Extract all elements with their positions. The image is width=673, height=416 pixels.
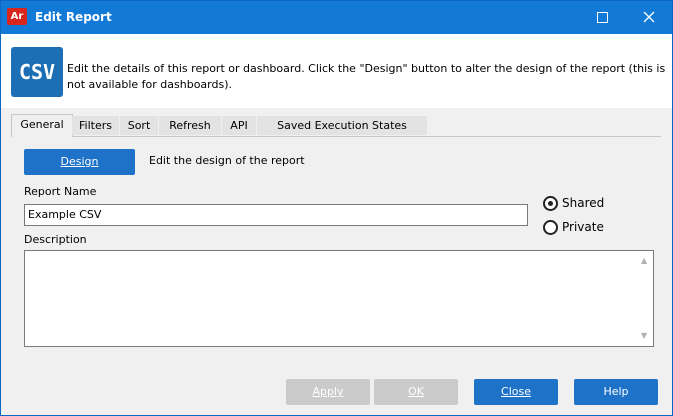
tab-general[interactable]: General [11,114,73,137]
help-button-label: Help [603,385,629,398]
design-description: Edit the design of the report [149,154,305,167]
title-bar[interactable]: Ar Edit Report [1,1,672,34]
description-scrollbar[interactable]: ▲ ▼ [636,251,653,346]
edit-report-dialog: Ar Edit Report CSV Edit the details of t… [0,0,673,416]
ok-button-label: OK [408,385,424,398]
scroll-up-arrow-icon[interactable]: ▲ [641,256,647,265]
scroll-down-arrow-icon[interactable]: ▼ [641,331,647,340]
private-radio-label: Private [562,220,604,234]
app-logo-icon: Ar [7,8,27,25]
window-title: Edit Report [35,10,112,24]
apply-button-label: Apply [312,385,344,398]
help-button[interactable]: Help [574,379,658,405]
tab-sort[interactable]: Sort [120,116,158,135]
maximize-icon [597,12,608,23]
dialog-header: CSV Edit the details of this report or d… [1,34,672,108]
tab-filters[interactable]: Filters [72,116,119,135]
report-name-label: Report Name [24,185,97,198]
close-button-label: Close [501,385,531,398]
radio-selected-dot [548,201,553,206]
close-icon [643,11,655,23]
design-button[interactable]: Design [24,149,135,175]
close-window-button[interactable] [626,1,672,34]
tab-refresh[interactable]: Refresh [159,116,221,135]
private-radio-circle [543,220,558,235]
maximize-button[interactable] [579,1,625,34]
tab-strip: General Filters Sort Refresh API Saved E… [11,114,661,137]
header-description: Edit the details of this report or dashb… [67,62,666,91]
close-button[interactable]: Close [474,379,558,405]
apply-button[interactable]: Apply [286,379,370,405]
ok-button[interactable]: OK [374,379,458,405]
design-button-label: Design [60,155,99,168]
shared-radio-label: Shared [562,196,605,210]
csv-logo-icon: CSV [11,47,63,97]
general-tab-panel: Design Edit the design of the report Rep… [11,137,661,367]
shared-radio-circle [543,196,558,211]
tab-saved-execution-states[interactable]: Saved Execution States [257,116,427,135]
report-name-input[interactable]: Example CSV [24,204,528,226]
tab-api[interactable]: API [222,116,256,135]
description-label: Description [24,233,87,246]
description-textarea[interactable]: ▲ ▼ [24,250,654,347]
